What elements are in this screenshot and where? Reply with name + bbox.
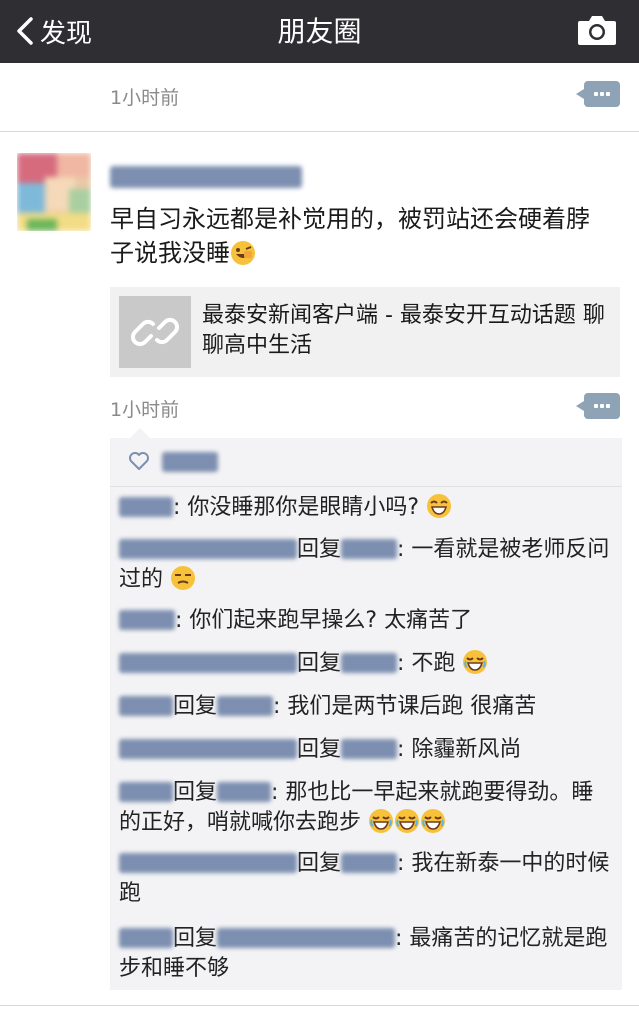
comment-text: : 不跑: [397, 651, 456, 676]
comment-item[interactable]: : 你们起来跑早操么? 太痛苦了: [119, 606, 611, 636]
reply-word: 回复: [297, 737, 342, 762]
emoji-icon: [231, 241, 255, 265]
emoji-icon: [421, 809, 446, 833]
commenter-name-blurred[interactable]: [119, 653, 297, 673]
commenter-name-blurred[interactable]: [119, 696, 173, 716]
emoji-icon: [171, 566, 196, 590]
reply-word: 回复: [173, 780, 218, 805]
commenter-name-blurred[interactable]: [119, 539, 297, 559]
comment-item[interactable]: 回复 : 不跑: [119, 649, 611, 679]
link-thumbnail: [119, 296, 191, 368]
reply-word: 回复: [297, 537, 342, 562]
emoji-icon: [463, 650, 488, 674]
divider: [0, 1005, 639, 1006]
comments-panel: : 你没睡那你是眼睛小吗? 回复: 一看就是被老师反问过的 : 你们起来跑早操么…: [110, 428, 622, 990]
reply-target-blurred[interactable]: [217, 928, 396, 948]
camera-icon[interactable]: [577, 12, 617, 48]
previous-post: 1小时前: [0, 63, 639, 132]
reply-target-blurred[interactable]: [341, 539, 398, 559]
post-text: 早自习永远都是补觉用的，被罚站还会硬着脖子说我没睡: [110, 205, 590, 267]
comment-more-icon[interactable]: [576, 81, 620, 107]
nav-bar: 发现 朋友圈: [0, 0, 639, 63]
comment-text: : 除霾新风尚: [397, 737, 522, 762]
emoji-icon: [395, 809, 420, 833]
link-card[interactable]: 最泰安新闻客户端 - 最泰安开互动话题 聊聊高中生活: [110, 287, 620, 377]
comment-text: : 你们起来跑早操么? 太痛苦了: [175, 608, 473, 633]
comment-item[interactable]: 回复: 我在新泰一中的时候跑: [119, 849, 611, 909]
post-time: 1小时前: [110, 87, 180, 109]
reply-target-blurred[interactable]: [217, 782, 272, 802]
avatar[interactable]: [17, 153, 91, 231]
heart-icon: [129, 452, 149, 470]
emoji-icon: [427, 494, 452, 518]
reply-word: 回复: [297, 651, 342, 676]
reply-word: 回复: [297, 851, 342, 876]
comment-item[interactable]: 回复: 一看就是被老师反问过的: [119, 535, 611, 595]
reply-target-blurred[interactable]: [341, 853, 398, 873]
link-title: 最泰安新闻客户端 - 最泰安开互动话题 聊聊高中生活: [202, 303, 605, 358]
likes-row: [110, 438, 622, 487]
commenter-name-blurred[interactable]: [119, 853, 297, 873]
comment-item[interactable]: 回复 : 除霾新风尚: [119, 735, 611, 765]
comment-text: : 我们是两节课后跑 很痛苦: [273, 694, 537, 719]
reply-target-blurred[interactable]: [341, 739, 398, 759]
link-icon: [130, 317, 180, 347]
page-title: 朋友圈: [277, 15, 362, 48]
reply-target-blurred[interactable]: [217, 696, 274, 716]
commenter-name-blurred[interactable]: [119, 497, 173, 517]
user-name-blurred[interactable]: [110, 166, 302, 188]
reply-word: 回复: [173, 926, 218, 951]
reply-word: 回复: [173, 694, 218, 719]
post-content: 早自习永远都是补觉用的，被罚站还会硬着脖子说我没睡: [110, 202, 610, 270]
reply-target-blurred[interactable]: [341, 653, 398, 673]
comment-item[interactable]: : 你没睡那你是眼睛小吗?: [119, 493, 611, 523]
comment-more-icon[interactable]: [576, 393, 620, 419]
comment-item[interactable]: 回复: 那也比一早起来就跑要得劲。睡的正好，哨就喊你去跑步: [119, 778, 611, 838]
comment-item[interactable]: 回复: 最痛苦的记忆就是跑步和睡不够: [119, 924, 611, 984]
commenter-name-blurred[interactable]: [119, 739, 297, 759]
comment-text: : 你没睡那你是眼睛小吗?: [173, 495, 420, 520]
post-time: 1小时前: [110, 399, 180, 421]
commenter-name-blurred[interactable]: [119, 928, 173, 948]
comment-item[interactable]: 回复 : 我们是两节课后跑 很痛苦: [119, 692, 611, 722]
commenter-name-blurred[interactable]: [119, 610, 175, 630]
commenter-name-blurred[interactable]: [119, 782, 173, 802]
emoji-icon: [369, 809, 394, 833]
liker-name-blurred[interactable]: [162, 452, 218, 472]
